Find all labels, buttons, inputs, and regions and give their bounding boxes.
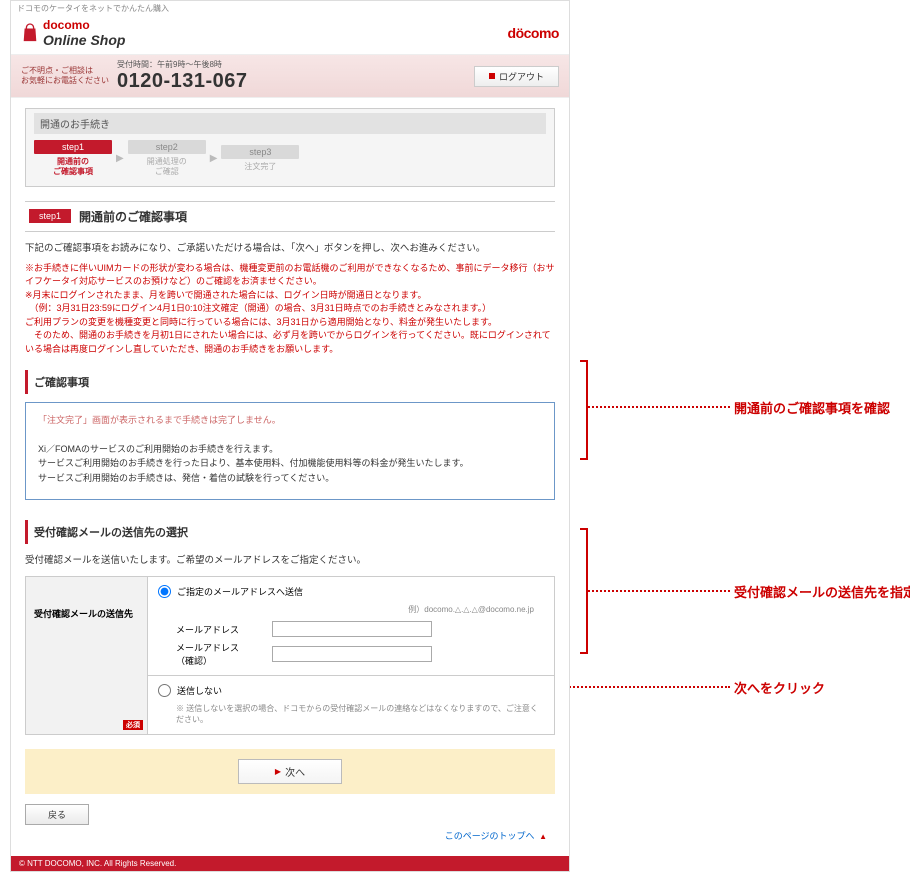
flow-title: 開通のお手続き xyxy=(34,113,546,134)
logo-docomo: döcomo xyxy=(508,25,559,41)
step-3: step3 注文完了 xyxy=(221,145,299,172)
nosend-note: ※ 送信しないを選択の場合、ドコモからの受付確認メールの連絡などはなくなりますの… xyxy=(158,703,544,725)
next-button[interactable]: ▶次へ xyxy=(238,759,342,784)
intro-text: 下記のご確認事項をお読みになり、ご承諾いただける場合は、「次へ」ボタンを押し、次… xyxy=(25,240,555,254)
hours: 受付時間：午前9時～午後8時 xyxy=(117,59,222,70)
notice-scrollbox[interactable]: 「注文完了」画面が表示されるまで手続きは完了しません。 Xi／FOMAのサービス… xyxy=(25,402,555,500)
sub-header: ご不明点・ご相談はお気軽にお電話ください 受付時間：午前9時～午後8時 0120… xyxy=(11,54,569,98)
annotation-confirm: 開通前のご確認事項を確認 xyxy=(734,398,890,417)
label-mail-address: メールアドレス xyxy=(176,623,266,636)
step-2: step2 開通処理の ご確認 xyxy=(128,140,206,178)
anno-line-1 xyxy=(588,406,730,408)
next-bar: ▶次へ xyxy=(25,749,555,794)
warning-text: ※お手続きに伴いUIMカードの形状が変わる場合は、機種変更前のお電話機のご利用が… xyxy=(25,262,555,357)
tagline: ドコモのケータイをネットでかんたん購入 xyxy=(11,1,569,16)
anno-line-2 xyxy=(588,590,730,592)
footer: © NTT DOCOMO, INC. All Rights Reserved. xyxy=(11,856,569,871)
logo-online-shop: docomoOnline Shop xyxy=(21,18,125,48)
mail-header: 受付確認メールの送信先の選択 xyxy=(25,520,555,544)
radio-send[interactable]: ご指定のメールアドレスへ送信 xyxy=(158,585,544,598)
mail-table: 受付確認メールの送信先 必須 ご指定のメールアドレスへ送信 例）docomo.△… xyxy=(25,576,555,734)
logout-button[interactable]: ログアウト xyxy=(474,66,559,87)
bracket-2 xyxy=(580,528,588,654)
mail-intro: 受付確認メールを送信いたします。ご希望のメールアドレスをご指定ください。 xyxy=(25,552,555,566)
square-icon xyxy=(489,73,495,79)
arrow-right-icon: ▶ xyxy=(275,767,281,776)
page-top-link[interactable]: このページのトップへ ▲ xyxy=(25,825,555,850)
logo-text: docomoOnline Shop xyxy=(43,18,125,48)
annotation-mail: 受付確認メールの送信先を指定 xyxy=(734,582,910,601)
main-panel: ドコモのケータイをネットでかんたん購入 docomoOnline Shop dö… xyxy=(10,0,570,872)
shopping-bag-icon xyxy=(21,23,39,43)
telephone-number: 0120-131-067 xyxy=(117,70,474,93)
chevron-right-icon: ▶ xyxy=(116,153,124,164)
example-hint: 例）docomo.△.△.△@docomo.ne.jp xyxy=(158,604,544,615)
flow-box: 開通のお手続き step1 開通前の ご確認事項 ▶ step2 開通処理の ご… xyxy=(25,108,555,187)
label-mail-address-confirm: メールアドレス （確認） xyxy=(176,641,266,667)
radio-nosend-input[interactable] xyxy=(158,684,171,697)
input-mail-address-confirm[interactable] xyxy=(272,646,432,662)
triangle-up-icon: ▲ xyxy=(539,832,547,841)
step-1: step1 開通前の ご確認事項 xyxy=(34,140,112,178)
bracket-1 xyxy=(580,360,588,460)
annotation-next: 次へをクリック xyxy=(734,678,825,697)
back-button[interactable]: 戻る xyxy=(25,804,89,825)
required-badge: 必須 xyxy=(123,720,143,730)
radio-send-input[interactable] xyxy=(158,585,171,598)
confirm-header: ご確認事項 xyxy=(25,370,555,394)
phone-block: ご不明点・ご相談はお気軽にお電話ください xyxy=(21,66,109,85)
input-mail-address[interactable] xyxy=(272,621,432,637)
section-header-step1: step1 開通前のご確認事項 xyxy=(25,201,555,232)
radio-nosend[interactable]: 送信しない xyxy=(158,684,544,697)
mail-option-send: ご指定のメールアドレスへ送信 例）docomo.△.△.△@docomo.ne.… xyxy=(148,577,554,675)
header-bar: docomoOnline Shop döcomo xyxy=(11,16,569,54)
mail-left-label: 受付確認メールの送信先 必須 xyxy=(26,577,148,734)
chevron-right-icon: ▶ xyxy=(210,153,218,164)
mail-option-nosend: 送信しない ※ 送信しないを選択の場合、ドコモからの受付確認メールの連絡などはな… xyxy=(148,675,554,733)
